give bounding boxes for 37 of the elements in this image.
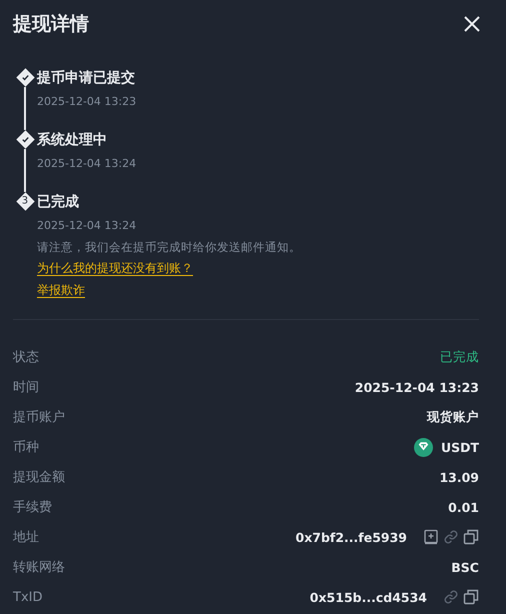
detail-value: 0x7bf2...fe5939 (296, 530, 407, 544)
detail-value: 13.09 (439, 470, 479, 484)
detail-label: 时间 (13, 379, 39, 396)
detail-label: 币种 (13, 439, 39, 456)
detail-value: 0.01 (448, 500, 479, 514)
detail-label: TxID (13, 590, 42, 604)
step-title: 系统处理中 (37, 131, 108, 150)
check-icon (20, 73, 30, 82)
link-icon[interactable] (443, 529, 459, 545)
step-time: 2025-12-04 13:24 (37, 156, 136, 172)
detail-value: 2025-12-04 13:23 (354, 380, 479, 394)
step-title: 已完成 (37, 192, 80, 212)
detail-label: 手续费 (13, 499, 52, 516)
detail-value: BSC (451, 560, 479, 574)
check-icon (20, 135, 30, 144)
copy-icon[interactable] (463, 529, 479, 545)
detail-label: 状态 (13, 349, 39, 366)
notice-text: 请注意，我们会在提币完成时给你发送邮件通知。 (37, 239, 301, 255)
detail-value: 0x515b...cd4534 (310, 590, 427, 604)
detail-label: 转账网络 (13, 559, 65, 576)
help-link[interactable]: 为什么我的提现还没有到账？ (37, 259, 193, 277)
copy-icon[interactable] (463, 589, 479, 605)
detail-value: 现货账户 (427, 408, 479, 426)
panel-title: 提现详情 (13, 12, 89, 37)
detail-label: 提币账户 (13, 409, 65, 426)
help-link[interactable]: 举报欺诈 (37, 281, 85, 299)
step-time: 2025-12-04 13:24 (37, 218, 138, 234)
detail-label: 地址 (13, 529, 39, 546)
step-title: 提币申请已提交 (37, 68, 136, 88)
link-icon[interactable] (443, 589, 459, 605)
detail-label: 提现金额 (13, 469, 65, 486)
step-number-marker: 3 (16, 192, 34, 211)
detail-value: 已完成 (440, 348, 479, 366)
coin-icon (414, 438, 433, 456)
detail-value: USDT (440, 440, 479, 454)
address-book-icon[interactable] (423, 529, 439, 545)
step-time: 2025-12-04 13:23 (37, 94, 136, 110)
